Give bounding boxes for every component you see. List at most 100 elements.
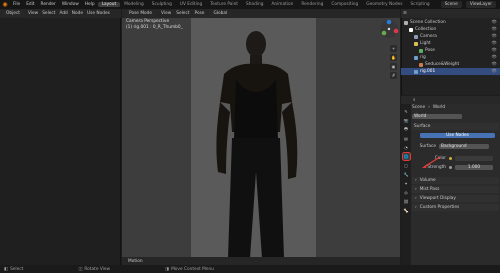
status-select: Select: [10, 266, 24, 272]
view-layer-tab-icon[interactable]: ▤: [403, 135, 410, 142]
mouse-left-icon: ◧: [4, 266, 9, 272]
custom-properties-panel-header[interactable]: › Custom Properties: [412, 204, 499, 211]
outliner-row[interactable]: rig.001 👁: [401, 68, 500, 75]
tab-animation[interactable]: Animation: [267, 2, 297, 7]
tab-sculpting[interactable]: Sculpting: [148, 2, 176, 7]
menu-node[interactable]: Node: [72, 11, 83, 16]
visibility-eye-icon[interactable]: 👁: [492, 27, 497, 32]
render-tab-icon[interactable]: 📷: [403, 117, 410, 124]
mode-dropdown[interactable]: Object: [2, 10, 24, 17]
modifier-tab-icon[interactable]: 🔧: [403, 171, 410, 178]
tab-geometry-nodes[interactable]: Geometry Nodes: [362, 2, 406, 7]
viewport-header: Pose Mode View Select Pose Global: [122, 9, 400, 18]
character-figure[interactable]: [196, 22, 316, 262]
tab-rendering[interactable]: Rendering: [297, 2, 327, 7]
visibility-eye-icon[interactable]: 👁: [492, 48, 497, 53]
outliner-item-label: Pose: [425, 48, 435, 53]
viewport-info: Camera Perspective (1) rig.001 : 0_R_Thu…: [126, 19, 183, 31]
outliner-header: ☰: [401, 9, 500, 18]
visibility-eye-icon[interactable]: 👁: [492, 41, 497, 46]
properties-tab-bar: ✎ 📷 🖶 ▤ ◔ 🌐 ▢ 🔧 ✦ ◎ ⛓ 🦴: [401, 104, 411, 265]
outliner-item-icon: [409, 27, 413, 32]
pan-hand-icon[interactable]: ✋: [390, 54, 397, 61]
outliner-row[interactable]: rig 👁: [401, 54, 500, 61]
menu-window[interactable]: Window: [59, 2, 82, 7]
outliner-row[interactable]: Pose 👁: [401, 47, 500, 54]
grid-icon[interactable]: #: [390, 72, 397, 79]
color-socket-icon[interactable]: [449, 157, 452, 160]
tool-tab-icon[interactable]: ✎: [403, 108, 410, 115]
volume-panel-header[interactable]: › Volume: [412, 177, 499, 184]
outliner-row[interactable]: Collection 👁: [401, 26, 500, 33]
constraints-tab-icon[interactable]: ⛓: [403, 198, 410, 205]
pose-mode-dropdown[interactable]: Pose Mode: [125, 10, 157, 17]
object-tab-icon[interactable]: ▢: [403, 162, 410, 169]
camera-view-icon[interactable]: ▣: [390, 63, 397, 70]
tab-uv-editing[interactable]: UV Editing: [176, 2, 206, 7]
menu-view[interactable]: View: [28, 11, 38, 16]
menu-edit[interactable]: Edit: [23, 2, 37, 7]
world-datablock-field[interactable]: World: [412, 114, 462, 119]
custom-properties-panel-title: Custom Properties: [419, 205, 460, 210]
outliner-row[interactable]: Light 👁: [401, 40, 500, 47]
world-tab-icon[interactable]: 🌐: [401, 152, 411, 161]
tab-shading[interactable]: Shading: [242, 2, 267, 7]
use-nodes-checkbox[interactable]: Use Nodes: [87, 11, 110, 16]
surface-row: Surface Background: [412, 143, 499, 150]
visibility-eye-icon[interactable]: 👁: [492, 62, 497, 67]
menu-select[interactable]: Select: [42, 11, 55, 16]
tab-compositing[interactable]: Compositing: [327, 2, 362, 7]
physics-tab-icon[interactable]: ◎: [403, 189, 410, 196]
color-swatch[interactable]: [455, 156, 493, 161]
outliner-item-icon: [404, 20, 408, 25]
visibility-eye-icon[interactable]: 👁: [492, 55, 497, 60]
tab-layout[interactable]: Layout: [97, 2, 121, 7]
menu-file[interactable]: File: [10, 2, 23, 7]
outliner-row[interactable]: Seduce&Weight 👁: [401, 61, 500, 68]
outliner-item-icon: [419, 62, 423, 67]
outliner-item-label: Collection: [415, 27, 437, 32]
properties-search-icon[interactable]: ⌕: [413, 98, 415, 103]
menu-add[interactable]: Add: [59, 11, 67, 16]
properties-header: ⌕: [401, 96, 500, 104]
surface-panel-header[interactable]: Surface: [412, 123, 499, 130]
viewport-menu-select[interactable]: Select: [176, 11, 189, 16]
blender-logo-icon[interactable]: ◉: [0, 0, 10, 9]
outliner-filter-icon[interactable]: ☰: [403, 11, 407, 16]
zoom-icon[interactable]: +: [390, 45, 397, 52]
scene-tab-icon[interactable]: ◔: [403, 144, 410, 151]
visibility-eye-icon[interactable]: 👁: [492, 20, 497, 25]
output-tab-icon[interactable]: 🖶: [403, 126, 410, 133]
viewport-menu-pose[interactable]: Pose: [195, 11, 205, 16]
strength-socket-icon[interactable]: [449, 166, 452, 169]
outliner-row[interactable]: Scene Collection 👁: [401, 19, 500, 26]
strength-field[interactable]: 1.000: [455, 165, 493, 170]
shader-editor-area[interactable]: [0, 9, 121, 265]
outliner-item-icon: [419, 48, 423, 53]
scene-selector[interactable]: Scene: [440, 1, 462, 8]
mist-pass-panel-header[interactable]: › Mist Pass: [412, 186, 499, 193]
tab-scripting[interactable]: Scripting: [407, 2, 434, 7]
view-layer-selector[interactable]: ViewLayer: [465, 1, 496, 8]
outliner-row[interactable]: Camera 👁: [401, 33, 500, 40]
outliner-search-input[interactable]: [409, 12, 470, 15]
navigation-gizmo[interactable]: [378, 18, 400, 42]
active-bone-label: (1) rig.001 : 0_R_Thumb0_: [126, 25, 183, 30]
surface-shader-dropdown[interactable]: Background: [439, 144, 489, 149]
particles-tab-icon[interactable]: ✦: [403, 180, 410, 187]
tab-texture-paint[interactable]: Texture Paint: [206, 2, 242, 7]
viewport-menu-view[interactable]: View: [161, 11, 171, 16]
visibility-eye-icon[interactable]: 👁: [492, 34, 497, 39]
use-nodes-button[interactable]: Use Nodes: [420, 133, 495, 138]
outliner-item-label: Camera: [420, 34, 437, 39]
menu-help[interactable]: Help: [82, 2, 98, 7]
timeline-bar[interactable]: Motion: [122, 257, 400, 265]
breadcrumb-separator: ›: [428, 105, 430, 110]
timeline-label[interactable]: Motion: [128, 259, 143, 264]
data-tab-icon[interactable]: 🦴: [403, 207, 410, 214]
menu-render[interactable]: Render: [38, 2, 59, 7]
transform-orientation-dropdown[interactable]: Global: [209, 10, 232, 17]
viewport-display-panel-header[interactable]: › Viewport Display: [412, 195, 499, 202]
visibility-eye-icon[interactable]: 👁: [492, 69, 497, 74]
tab-modeling[interactable]: Modeling: [120, 2, 148, 7]
